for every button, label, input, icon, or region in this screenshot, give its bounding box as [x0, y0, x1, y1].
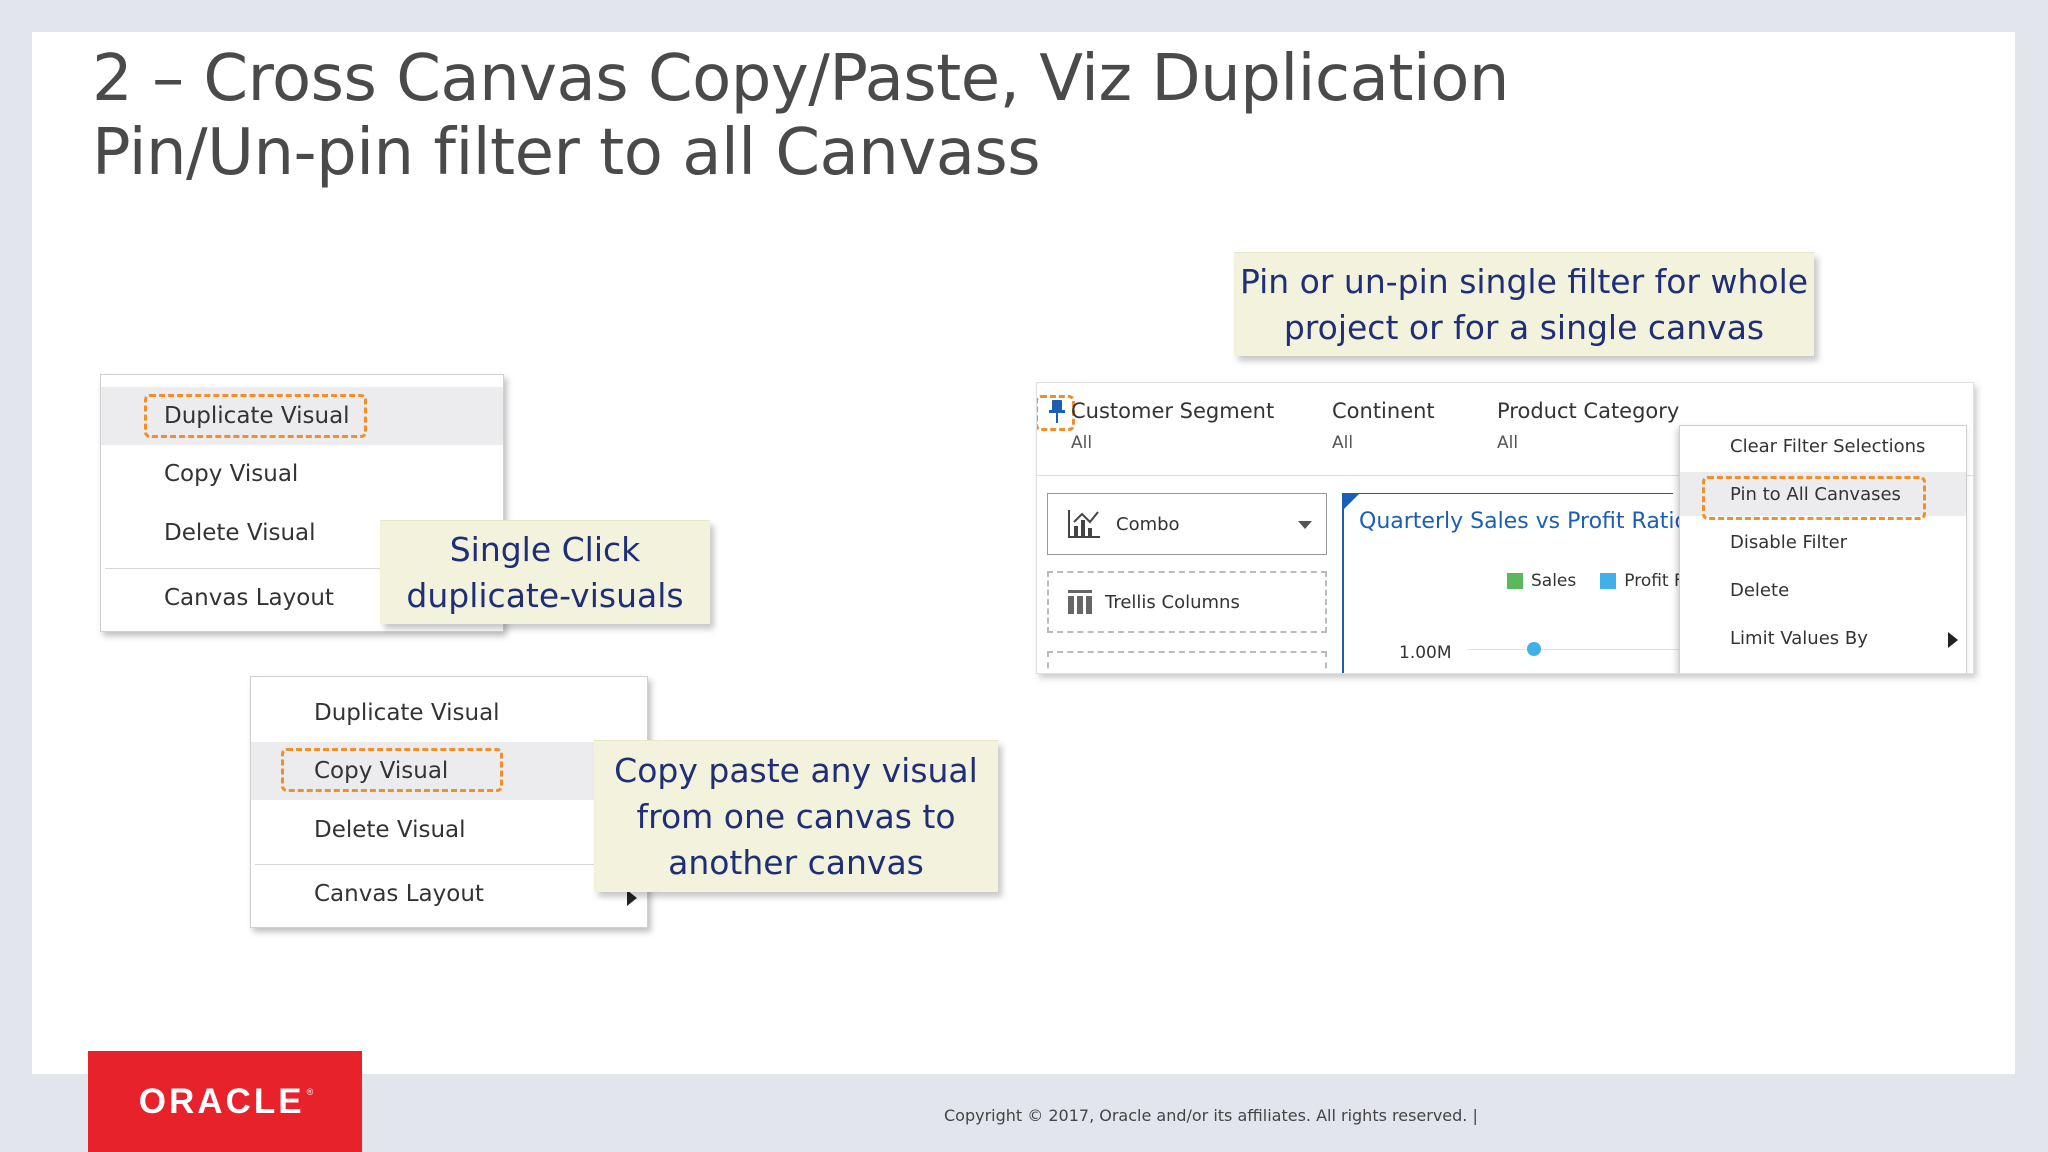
menu-delete[interactable]: Delete	[1730, 580, 1789, 601]
viz-type-label: Combo	[1116, 513, 1180, 535]
filter-bar-screenshot: Customer Segment All Continent All Produ…	[1036, 382, 1974, 674]
chart-selected-corner	[1344, 493, 1360, 509]
callout-copy-paste-line2: from one canvas to	[636, 796, 956, 836]
menu2-duplicate-visual[interactable]: Duplicate Visual	[251, 684, 647, 742]
slide-title-line1: 2 – Cross Canvas Copy/Paste, Viz Duplica…	[92, 42, 1509, 116]
menu1-copy-visual[interactable]: Copy Visual	[101, 445, 503, 503]
callout-pin: Pin or un-pin single filter for whole pr…	[1234, 252, 1814, 356]
callout-pin-line1: Pin or un-pin single filter for whole	[1239, 261, 1809, 301]
filter-customer-segment[interactable]: Customer Segment	[1071, 399, 1274, 423]
menu2-delete-visual[interactable]: Delete Visual	[251, 801, 647, 859]
legend-sales-swatch	[1507, 573, 1523, 589]
viz-type-dropdown[interactable]: Combo	[1047, 493, 1327, 555]
context-menu-2: Duplicate Visual Copy Visual Delete Visu…	[250, 676, 648, 928]
menu-disable-filter[interactable]: Disable Filter	[1730, 532, 1847, 553]
chart-legend: Sales Profit F	[1507, 571, 1684, 591]
callout-single-click-line1: Single Click	[449, 529, 641, 569]
legend-sales-label: Sales	[1531, 571, 1577, 591]
filter-context-menu: Clear Filter Selections Pin to All Canva…	[1679, 425, 1967, 673]
filter-product-category-value: All	[1497, 433, 1519, 453]
filter-customer-segment-value: All	[1071, 433, 1093, 453]
menu-limit-values-by[interactable]: Limit Values By	[1730, 628, 1868, 649]
chart-title: Quarterly Sales vs Profit Ratio	[1359, 509, 1689, 534]
callout-copy-paste-line1: Copy paste any visual	[614, 750, 978, 790]
legend-profit-swatch	[1600, 573, 1617, 589]
copyright-footer: Copyright © 2017, Oracle and/or its affi…	[944, 1106, 1478, 1125]
y-axis-tick: 1.00M	[1399, 643, 1452, 663]
chart-data-point[interactable]	[1527, 642, 1541, 656]
callout-pin-line2: project or for a single canvas	[1283, 307, 1765, 347]
trellis-columns-label: Trellis Columns	[1105, 591, 1240, 613]
slide-title-line2: Pin/Un-pin filter to all Canvass	[92, 116, 1041, 190]
chevron-right-icon	[1948, 632, 1958, 648]
chart-selection-border	[1342, 493, 1344, 673]
menu2-canvas-layout[interactable]: Canvas Layout	[251, 865, 647, 923]
highlight-pin-to-all-canvases	[1702, 476, 1926, 520]
callout-copy-paste-line3: another canvas	[668, 842, 924, 882]
oracle-logo-text: ORACLE	[138, 1081, 305, 1121]
combo-chart-icon	[1068, 510, 1100, 538]
highlight-pin-icon	[1037, 395, 1075, 431]
filter-product-category[interactable]: Product Category	[1497, 399, 1679, 423]
oracle-logo: ORACLE ®	[88, 1051, 362, 1152]
chevron-down-icon	[1298, 521, 1312, 529]
trellis-columns-dropzone[interactable]: Trellis Columns	[1047, 571, 1327, 633]
legend-profit-label: Profit F	[1624, 571, 1684, 591]
highlight-copy-visual	[281, 748, 503, 792]
filter-continent[interactable]: Continent	[1332, 399, 1435, 423]
empty-dropzone[interactable]	[1047, 651, 1327, 673]
chart-selection-top	[1343, 493, 1673, 494]
callout-single-click-line2: duplicate-visuals	[406, 575, 684, 615]
submenu-arrow-icon	[627, 890, 637, 906]
highlight-duplicate-visual	[144, 394, 367, 438]
registered-mark: ®	[306, 1086, 314, 1097]
filter-continent-value: All	[1332, 433, 1354, 453]
callout-single-click: Single Click duplicate-visuals	[380, 520, 710, 624]
trellis-columns-icon	[1068, 590, 1092, 614]
menu-clear-filter-selections[interactable]: Clear Filter Selections	[1730, 436, 1925, 457]
callout-copy-paste: Copy paste any visual from one canvas to…	[594, 740, 998, 892]
